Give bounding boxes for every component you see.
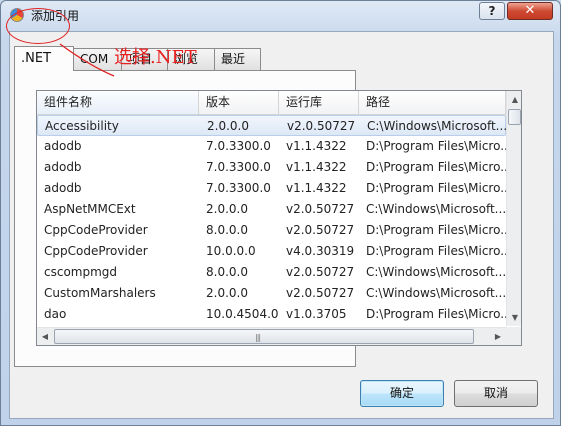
- cell-path: C:\Windows\Microsoft...: [367, 119, 506, 133]
- cell-component-name: adodb: [44, 139, 82, 153]
- cell-version: 7.0.3300.0: [206, 139, 271, 153]
- cell-path: C:\Windows\Microsoft...: [366, 265, 506, 279]
- cell-component-name: Accessibility: [45, 119, 119, 133]
- table-row[interactable]: CppCodeProvider 8.0.0.0 v2.0.50727 D:\Pr…: [37, 220, 506, 241]
- column-header-runtime[interactable]: 运行库: [279, 91, 359, 115]
- list-rows: Accessibility 2.0.0.0 v2.0.50727 C:\Wind…: [37, 115, 506, 326]
- ok-button[interactable]: 确定: [360, 380, 444, 407]
- grip-icon: |||: [255, 333, 261, 342]
- vertical-scroll-thumb[interactable]: [508, 109, 521, 125]
- cell-component-name: dao: [44, 307, 67, 321]
- cell-path: C:\Windows\Microsoft...: [366, 202, 506, 216]
- cell-path: D:\Program Files\Micro...: [366, 244, 506, 258]
- tab-dotnet[interactable]: .NET: [14, 46, 74, 71]
- vertical-scrollbar[interactable]: ▲ ▼: [506, 91, 521, 326]
- cancel-button[interactable]: 取消: [454, 380, 538, 407]
- add-reference-dialog: 添加引用 ? ✕ .NET COM 项目 浏览 最近 组件名称 版本 运行库 路…: [0, 0, 561, 426]
- cell-path: C:\Windows\Microsoft...: [366, 286, 506, 300]
- cell-component-name: AspNetMMCExt: [44, 202, 136, 216]
- help-button[interactable]: ?: [479, 2, 505, 20]
- cell-runtime: v2.0.50727: [286, 223, 355, 237]
- cell-path: D:\Program Files\Micro...: [366, 181, 506, 195]
- cell-version: 2.0.0.0: [207, 119, 249, 133]
- scroll-up-icon[interactable]: ▲: [507, 91, 521, 108]
- cell-component-name: cscompmgd: [44, 265, 118, 279]
- scroll-right-icon[interactable]: ▶: [490, 328, 506, 345]
- title-bar[interactable]: 添加引用 ? ✕: [1, 1, 560, 29]
- cell-version: 7.0.3300.0: [206, 160, 271, 174]
- cell-runtime: v1.0.3705: [286, 307, 347, 321]
- cell-component-name: CppCodeProvider: [44, 244, 148, 258]
- table-row[interactable]: dao 10.0.4504.0 v1.0.3705 D:\Program Fil…: [37, 304, 506, 325]
- component-list[interactable]: 组件名称 版本 运行库 路径 Accessibility 2.0.0.0 v2.…: [36, 90, 522, 346]
- cell-runtime: v4.0.30319: [286, 244, 355, 258]
- column-header-component-name[interactable]: 组件名称: [37, 91, 199, 115]
- cell-runtime: v2.0.50727: [286, 265, 355, 279]
- cell-version: 2.0.0.0: [206, 202, 248, 216]
- table-row[interactable]: CppCodeProvider 10.0.0.0 v4.0.30319 D:\P…: [37, 241, 506, 262]
- cell-component-name: adodb: [44, 160, 82, 174]
- table-row[interactable]: adodb 7.0.3300.0 v1.1.4322 D:\Program Fi…: [37, 157, 506, 178]
- cell-path: D:\Program Files\Micro...: [366, 160, 506, 174]
- annotation-highlight-ellipse: [6, 8, 70, 44]
- cell-version: 2.0.0.0: [206, 286, 248, 300]
- cell-version: 8.0.0.0: [206, 265, 248, 279]
- cell-version: 7.0.3300.0: [206, 181, 271, 195]
- cell-component-name: adodb: [44, 181, 82, 195]
- table-row[interactable]: CustomMarshalers 2.0.0.0 v2.0.50727 C:\W…: [37, 283, 506, 304]
- cell-path: D:\Program Files\Micro...: [366, 307, 506, 321]
- annotation-label: 选择.NET: [114, 47, 197, 68]
- cell-runtime: v1.1.4322: [286, 181, 347, 195]
- scroll-left-icon[interactable]: ◀: [37, 328, 53, 345]
- column-header-path[interactable]: 路径: [359, 91, 506, 115]
- table-row[interactable]: adodb 7.0.3300.0 v1.1.4322 D:\Program Fi…: [37, 178, 506, 199]
- cell-runtime: v2.0.50727: [286, 202, 355, 216]
- cell-path: D:\Program Files\Micro...: [366, 139, 506, 153]
- column-header-version[interactable]: 版本: [199, 91, 279, 115]
- table-row[interactable]: adodb 7.0.3300.0 v1.1.4322 D:\Program Fi…: [37, 136, 506, 157]
- scrollbar-corner: [506, 327, 521, 345]
- scroll-down-icon[interactable]: ▼: [507, 309, 521, 326]
- cell-runtime: v1.1.4322: [286, 160, 347, 174]
- cell-runtime: v2.0.50727: [287, 119, 356, 133]
- horizontal-scroll-thumb[interactable]: |||: [54, 329, 474, 344]
- tab-recent[interactable]: 最近: [214, 48, 261, 70]
- table-row[interactable]: Accessibility 2.0.0.0 v2.0.50727 C:\Wind…: [37, 115, 506, 136]
- cell-version: 10.0.4504.0: [206, 307, 279, 321]
- cell-path: D:\Program Files\Micro...: [366, 223, 506, 237]
- close-button[interactable]: ✕: [507, 2, 553, 20]
- horizontal-scrollbar[interactable]: ◀ ||| ▶: [37, 327, 506, 345]
- cell-runtime: v2.0.50727: [286, 286, 355, 300]
- dialog-client-area: .NET COM 项目 浏览 最近 组件名称 版本 运行库 路径 Accessi…: [9, 31, 554, 419]
- table-row[interactable]: cscompmgd 8.0.0.0 v2.0.50727 C:\Windows\…: [37, 262, 506, 283]
- cell-version: 10.0.0.0: [206, 244, 256, 258]
- cell-runtime: v1.1.4322: [286, 139, 347, 153]
- list-header: 组件名称 版本 运行库 路径: [37, 91, 506, 115]
- cell-version: 8.0.0.0: [206, 223, 248, 237]
- cell-component-name: CustomMarshalers: [44, 286, 156, 300]
- table-row[interactable]: AspNetMMCExt 2.0.0.0 v2.0.50727 C:\Windo…: [37, 199, 506, 220]
- cell-component-name: CppCodeProvider: [44, 223, 148, 237]
